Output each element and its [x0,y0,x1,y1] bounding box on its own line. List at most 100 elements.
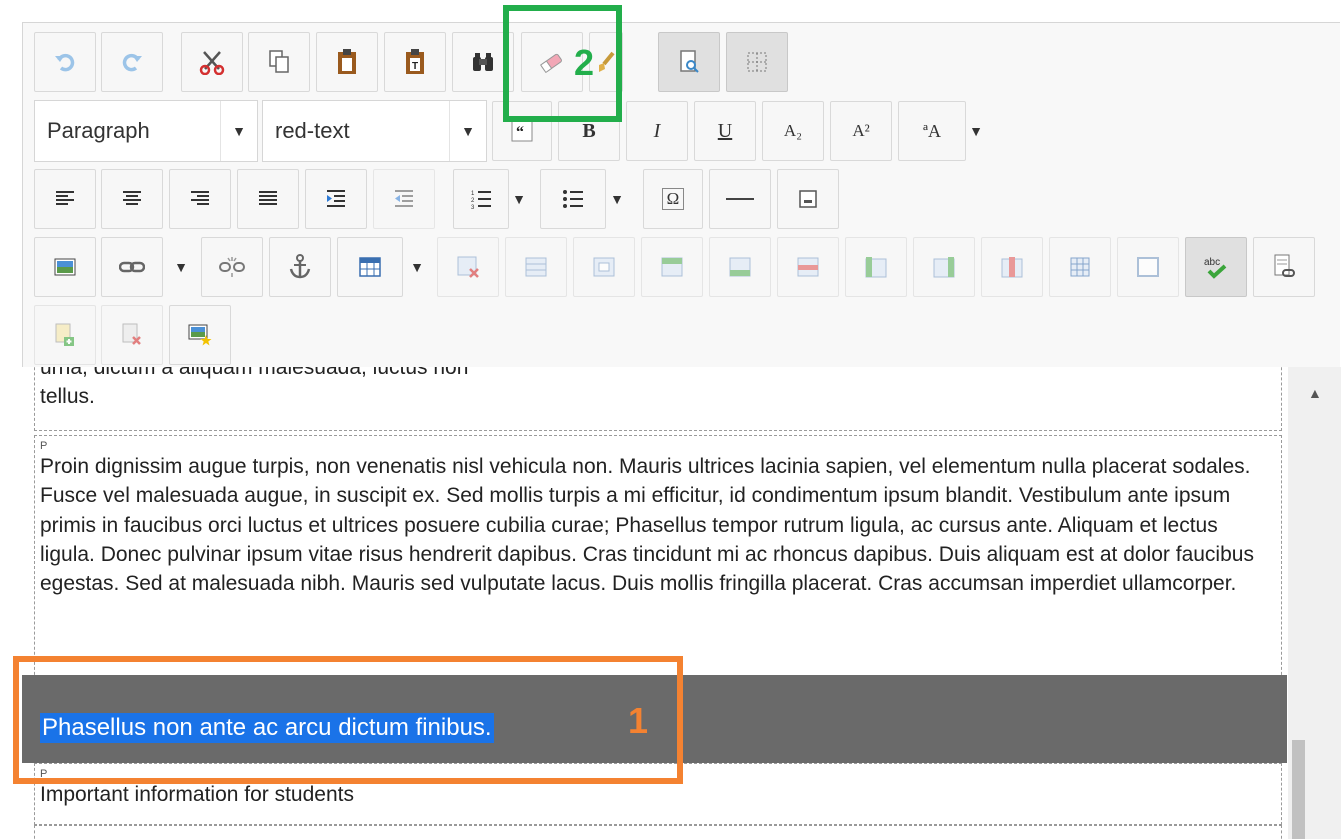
align-center-button[interactable] [101,169,163,229]
preview-icon [680,50,699,73]
subscript-button[interactable]: A₂ [762,101,824,161]
format-select-value: Paragraph [47,118,150,143]
svg-text:abc: abc [1204,257,1220,268]
clipboard-icon [338,49,356,74]
underline-button[interactable]: U [694,101,756,161]
horizontal-line-icon [726,198,754,200]
image-icon [54,258,76,276]
spellcheck-icon: abc [1204,257,1227,279]
unlink-icon [219,257,245,277]
svg-text:1: 1 [471,191,475,197]
block-tag-label: P [40,440,48,452]
redo-button[interactable] [101,32,163,92]
copy-button[interactable] [248,32,310,92]
table-button[interactable] [337,237,403,297]
merge-cells-icon [1137,257,1159,277]
row-before-icon [661,257,683,277]
style-select[interactable]: red-text ▼ [262,100,487,162]
delete-template-button[interactable] [101,305,163,365]
document-properties-button[interactable] [1253,237,1315,297]
bulleted-list-dropdown-icon[interactable]: ▼ [605,169,629,229]
paragraph-block[interactable]: urna, dictum a aliquam malesuada, luctus… [34,367,1282,431]
insert-template-button[interactable] [34,305,96,365]
delete-table-button[interactable] [437,237,499,297]
insert-column-after-button[interactable] [913,237,975,297]
page-break-button[interactable] [777,169,839,229]
scroll-thumb[interactable] [1292,740,1305,839]
cell-properties-button[interactable] [573,237,635,297]
bulleted-list-icon [563,190,583,208]
anchor-button[interactable] [269,237,331,297]
paste-text-button[interactable]: T [384,32,446,92]
undo-button[interactable] [34,32,96,92]
preview-button[interactable] [658,32,720,92]
justify-button[interactable] [237,169,299,229]
insert-row-before-button[interactable] [641,237,703,297]
quote-icon: “ [511,120,533,142]
align-left-button[interactable] [34,169,96,229]
delete-row-icon [797,257,819,277]
text-case-dropdown-icon[interactable]: ▼ [964,101,988,161]
scroll-up-arrow-icon[interactable]: ▲ [1308,385,1322,401]
align-justify-icon [259,191,277,205]
numbered-list-dropdown-icon[interactable]: ▼ [507,169,531,229]
paragraph-block[interactable] [34,825,1282,839]
underline-label: U [717,119,733,142]
numbered-list-button[interactable]: 123 [453,169,509,229]
table-dropdown-icon[interactable]: ▼ [405,237,429,297]
paste-text-icon: T [406,49,424,74]
unlink-button[interactable] [201,237,263,297]
italic-label: I [653,119,661,142]
merge-cells-button[interactable] [1117,237,1179,297]
delete-document-icon [122,323,141,345]
link-dropdown-icon[interactable]: ▼ [169,237,193,297]
bulleted-list-button[interactable] [540,169,606,229]
paragraph-block[interactable]: P Proin dignissim augue turpis, non vene… [34,435,1282,685]
table-properties-button[interactable] [505,237,567,297]
vertical-scrollbar[interactable]: ▲ [1288,367,1341,839]
chevron-down-icon: ▼ [449,101,486,161]
add-document-icon [55,323,74,346]
paragraph-text: Important information for students [40,783,354,806]
paste-button[interactable] [316,32,378,92]
spellcheck-button[interactable]: abc [1185,237,1247,297]
callout-box-step-one [13,656,683,784]
svg-text:3: 3 [471,205,475,209]
callout-box-step-two [503,5,622,122]
outdent-button[interactable] [373,169,435,229]
step-one-marker: 1 [628,700,649,741]
horizontal-rule-button[interactable] [709,169,771,229]
column-after-icon [933,257,955,278]
cut-button[interactable] [181,32,243,92]
link-button[interactable] [101,237,163,297]
page-break-icon [799,190,817,208]
show-blocks-icon [747,52,767,72]
insert-row-after-button[interactable] [709,237,771,297]
format-select[interactable]: Paragraph ▼ [34,100,258,162]
indent-icon [327,190,345,207]
superscript-label: A² [852,121,870,140]
show-blocks-button[interactable] [726,32,788,92]
insert-column-before-button[interactable] [845,237,907,297]
special-char-button[interactable]: Ω [643,169,703,229]
cell-properties-icon [593,257,615,277]
link-icon [119,261,145,273]
binoculars-icon [473,53,493,71]
split-cells-button[interactable] [1049,237,1111,297]
align-right-button[interactable] [169,169,231,229]
image-manager-button[interactable] [169,305,231,365]
italic-button[interactable]: I [626,101,688,161]
delete-column-button[interactable] [981,237,1043,297]
outdent-icon [395,190,413,207]
redo-icon [122,53,142,72]
bold-label: B [582,119,596,142]
copy-icon [269,50,289,73]
delete-row-button[interactable] [777,237,839,297]
split-cells-icon [1070,257,1090,277]
indent-button[interactable] [305,169,367,229]
insert-image-button[interactable] [34,237,96,297]
superscript-button[interactable]: A² [830,101,892,161]
align-right-icon [191,191,209,205]
undo-icon [55,53,75,72]
text-case-button[interactable]: ªA [898,101,966,161]
